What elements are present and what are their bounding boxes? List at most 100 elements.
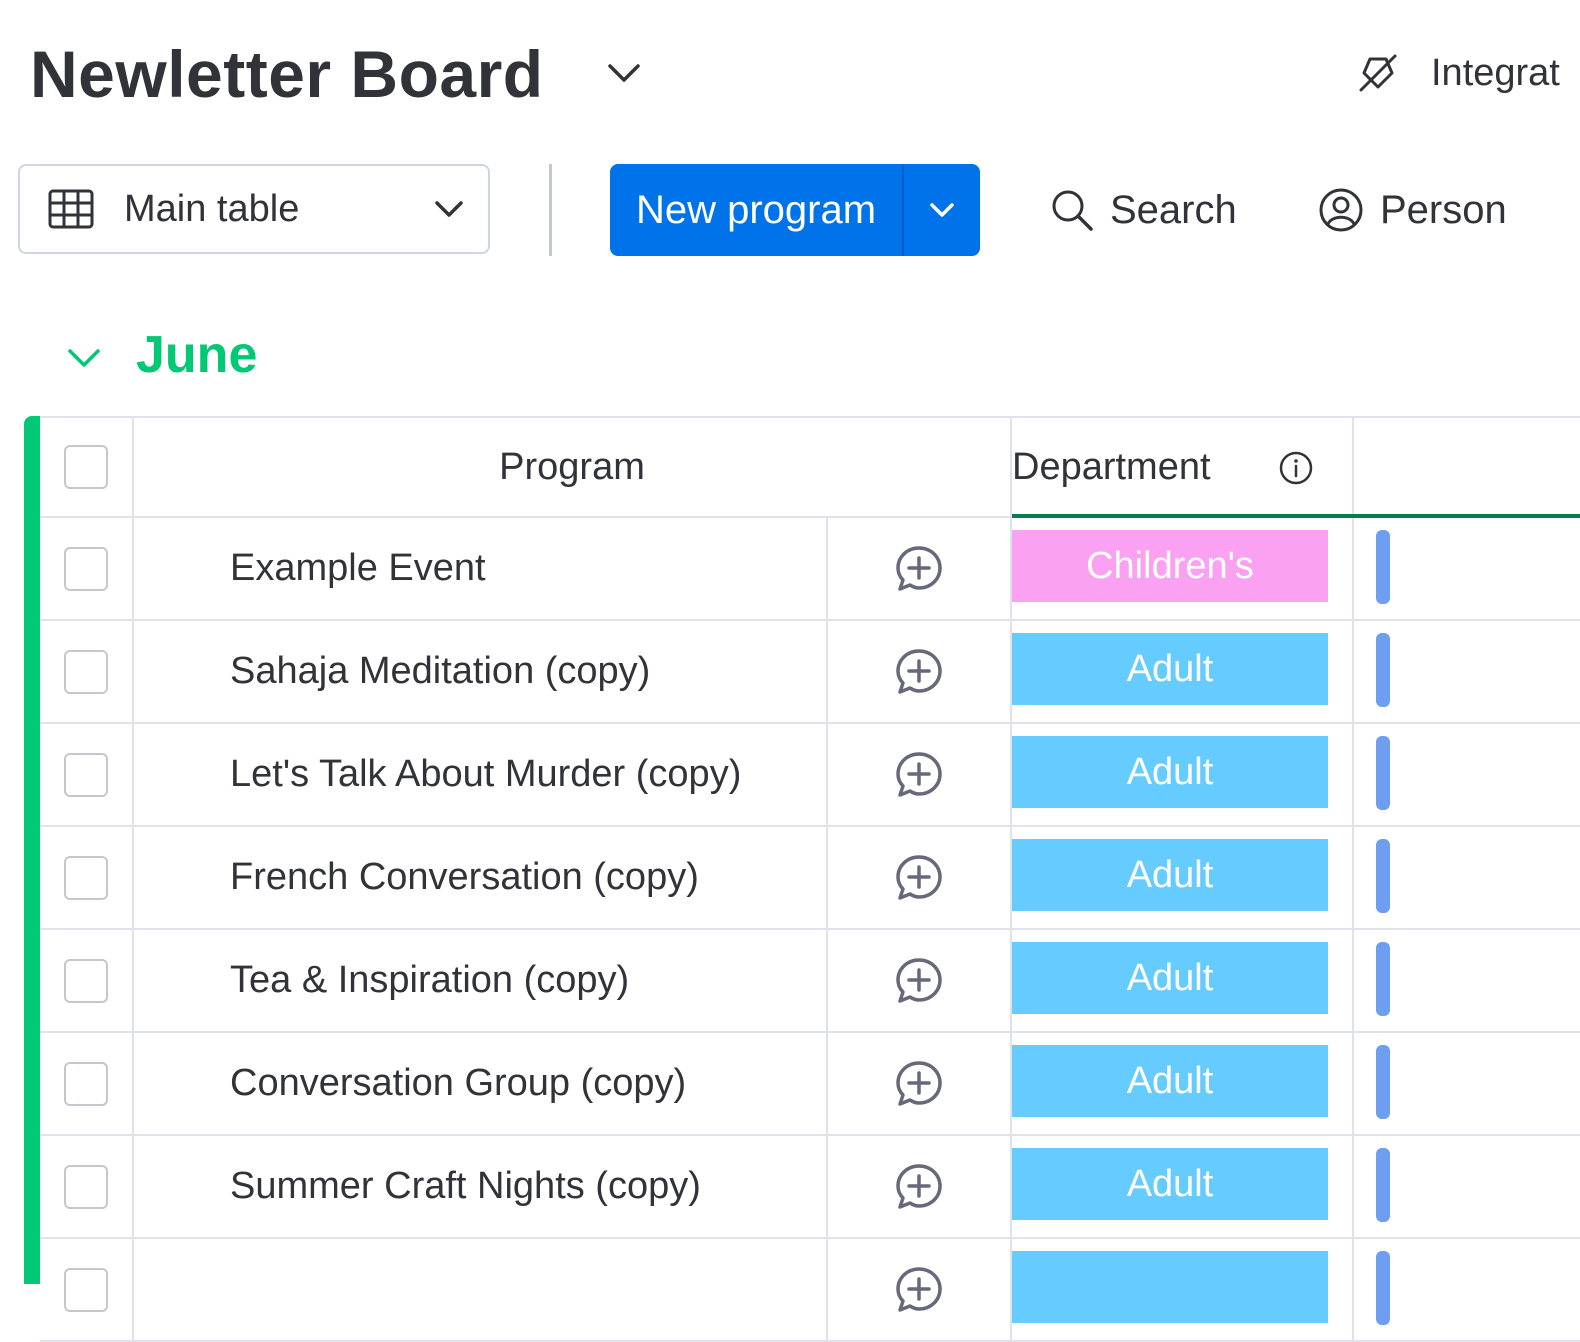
department-cell[interactable]: Adult <box>1012 1033 1354 1134</box>
table-icon <box>48 189 94 229</box>
select-all-checkbox[interactable] <box>64 445 108 489</box>
table-row[interactable]: Let's Talk About Murder (copy) Adult <box>40 724 1580 827</box>
timeline-pill[interactable] <box>1376 839 1390 913</box>
program-name: Conversation Group (copy) <box>230 1062 687 1104</box>
table-row[interactable]: Conversation Group (copy) Adult <box>40 1033 1580 1136</box>
person-icon <box>1319 188 1363 232</box>
add-update-cell[interactable] <box>828 621 1012 722</box>
row-checkbox[interactable] <box>64 1061 108 1106</box>
add-update-icon[interactable] <box>894 1059 944 1109</box>
row-select-cell <box>40 724 134 825</box>
department-cell[interactable]: Adult <box>1012 930 1354 1031</box>
timeline-pill[interactable] <box>1376 736 1390 810</box>
department-status-pill[interactable]: Adult <box>1012 1045 1328 1117</box>
add-update-cell[interactable] <box>828 1033 1012 1134</box>
timeline-pill[interactable] <box>1376 942 1390 1016</box>
timeline-pill[interactable] <box>1376 1148 1390 1222</box>
add-update-cell[interactable] <box>828 1239 1012 1340</box>
program-name: Tea & Inspiration (copy) <box>230 959 630 1001</box>
row-checkbox[interactable] <box>64 546 108 591</box>
row-checkbox[interactable] <box>64 855 108 900</box>
column-header-department[interactable]: Department <box>1012 418 1354 518</box>
department-status-pill[interactable]: Adult <box>1012 942 1328 1014</box>
table-row[interactable]: Tea & Inspiration (copy) Adult <box>40 930 1580 1033</box>
department-status-pill[interactable]: Children's <box>1012 530 1328 602</box>
next-column-cell[interactable] <box>1354 827 1580 928</box>
integrations-button[interactable]: Integrat <box>1355 50 1560 96</box>
program-name: Summer Craft Nights (copy) <box>230 1165 701 1207</box>
add-update-icon[interactable] <box>894 1162 944 1212</box>
add-update-icon[interactable] <box>894 750 944 800</box>
row-select-cell <box>40 1033 134 1134</box>
integrations-icon <box>1359 54 1397 92</box>
timeline-pill[interactable] <box>1376 1045 1390 1119</box>
next-column-cell[interactable] <box>1354 1136 1580 1237</box>
program-name-cell[interactable] <box>134 1239 828 1340</box>
department-cell[interactable]: Children's <box>1012 518 1354 619</box>
group-title[interactable]: June <box>136 322 257 388</box>
collapse-group-icon[interactable] <box>64 338 104 378</box>
search-button[interactable]: Search <box>1050 164 1237 256</box>
row-checkbox[interactable] <box>64 649 108 694</box>
add-update-icon[interactable] <box>894 956 944 1006</box>
chevron-down-icon[interactable] <box>604 52 644 92</box>
timeline-pill[interactable] <box>1376 1251 1390 1325</box>
table-row[interactable]: Sahaja Meditation (copy) Adult <box>40 621 1580 724</box>
add-update-cell[interactable] <box>828 1136 1012 1237</box>
row-select-cell <box>40 1239 134 1340</box>
add-update-icon[interactable] <box>894 853 944 903</box>
row-select-cell <box>40 1136 134 1237</box>
board-title[interactable]: Newletter Board <box>30 30 544 118</box>
program-name-cell[interactable]: Example Event <box>134 518 828 619</box>
row-checkbox[interactable] <box>64 958 108 1003</box>
add-update-cell[interactable] <box>828 724 1012 825</box>
add-update-cell[interactable] <box>828 518 1012 619</box>
next-column-cell[interactable] <box>1354 518 1580 619</box>
department-status-pill[interactable] <box>1012 1251 1328 1323</box>
timeline-pill[interactable] <box>1376 530 1390 604</box>
next-column-cell[interactable] <box>1354 1239 1580 1340</box>
view-selector[interactable]: Main table <box>18 164 490 254</box>
column-header-program[interactable]: Program <box>134 418 1012 516</box>
program-name-cell[interactable]: Tea & Inspiration (copy) <box>134 930 828 1031</box>
department-cell[interactable]: Adult <box>1012 724 1354 825</box>
department-status-pill[interactable]: Adult <box>1012 1148 1328 1220</box>
department-status-pill[interactable]: Adult <box>1012 736 1328 808</box>
program-name: Example Event <box>230 547 486 589</box>
table-row[interactable]: Example Event Children's <box>40 518 1580 621</box>
timeline-pill[interactable] <box>1376 633 1390 707</box>
program-name-cell[interactable]: Conversation Group (copy) <box>134 1033 828 1134</box>
next-column-cell[interactable] <box>1354 621 1580 722</box>
person-filter-button[interactable]: Person <box>1318 164 1507 256</box>
new-program-button-group: New program <box>610 164 980 256</box>
add-update-icon[interactable] <box>894 544 944 594</box>
add-update-icon[interactable] <box>894 1265 944 1315</box>
next-column-cell[interactable] <box>1354 930 1580 1031</box>
search-label: Search <box>1110 187 1237 232</box>
department-cell[interactable] <box>1012 1239 1354 1340</box>
department-status-pill[interactable]: Adult <box>1012 839 1328 911</box>
program-name-cell[interactable]: French Conversation (copy) <box>134 827 828 928</box>
info-icon[interactable] <box>1278 450 1314 486</box>
program-name-cell[interactable]: Summer Craft Nights (copy) <box>134 1136 828 1237</box>
new-program-dropdown[interactable] <box>904 164 980 256</box>
row-checkbox[interactable] <box>64 752 108 797</box>
table-row[interactable] <box>40 1239 1580 1342</box>
new-program-button[interactable]: New program <box>610 164 902 256</box>
add-update-cell[interactable] <box>828 827 1012 928</box>
department-cell[interactable]: Adult <box>1012 621 1354 722</box>
department-header-label: Department <box>1012 445 1211 488</box>
table-row[interactable]: French Conversation (copy) Adult <box>40 827 1580 930</box>
program-name-cell[interactable]: Let's Talk About Murder (copy) <box>134 724 828 825</box>
row-checkbox[interactable] <box>64 1267 108 1312</box>
add-update-icon[interactable] <box>894 647 944 697</box>
table-row[interactable]: Summer Craft Nights (copy) Adult <box>40 1136 1580 1239</box>
department-status-pill[interactable]: Adult <box>1012 633 1328 705</box>
department-cell[interactable]: Adult <box>1012 827 1354 928</box>
department-cell[interactable]: Adult <box>1012 1136 1354 1237</box>
row-checkbox[interactable] <box>64 1164 108 1209</box>
program-name-cell[interactable]: Sahaja Meditation (copy) <box>134 621 828 722</box>
add-update-cell[interactable] <box>828 930 1012 1031</box>
next-column-cell[interactable] <box>1354 724 1580 825</box>
next-column-cell[interactable] <box>1354 1033 1580 1134</box>
